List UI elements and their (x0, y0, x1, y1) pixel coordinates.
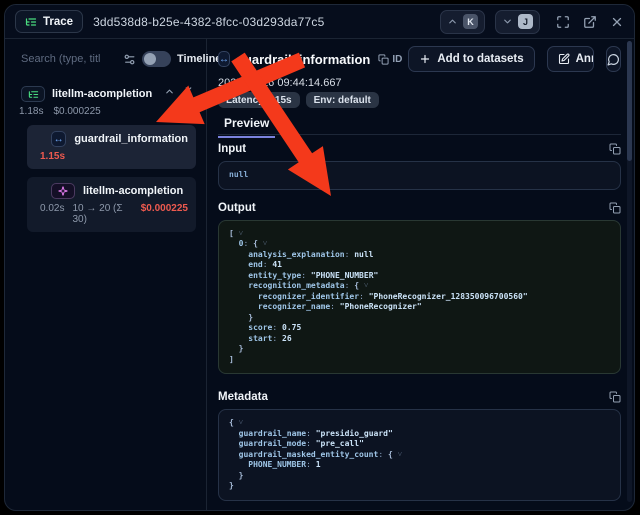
root-latency: 1.18s (19, 106, 43, 117)
span-type-icon: ↔ (51, 131, 66, 147)
timeline-toggle[interactable] (142, 51, 171, 67)
tree-item-litellm-acompletion[interactable]: litellm-acompletion 0.02s 10 → 20 (Σ 30)… (27, 177, 196, 232)
trace-type-pill (21, 86, 45, 102)
add-to-datasets-button[interactable]: Add to datasets (408, 46, 534, 72)
tree-root-stats: 1.18s $0.000225 (15, 106, 198, 117)
trace-badge-label: Trace (43, 16, 73, 28)
chevron-up-icon (164, 86, 175, 97)
topbar: Trace 3dd538d8-b25e-4382-8fcc-03d293da77… (5, 5, 634, 39)
collapse-all-icon (183, 86, 194, 97)
shortcut-key-k: K (463, 14, 478, 29)
metadata-section-header: Metadata (218, 390, 621, 404)
copy-id-button[interactable]: ID (378, 54, 402, 65)
timestamp: 2025-05-16 09:44:14.667 (218, 77, 621, 89)
latency-badge: Latency 1.15s (218, 92, 300, 108)
scrollbar-thumb[interactable] (627, 41, 632, 161)
comments-button[interactable] (606, 46, 621, 72)
env-badge: Env: default (306, 92, 379, 108)
trace-badge: Trace (15, 10, 83, 33)
span-latency: 1.15s (40, 151, 65, 162)
external-link-icon (583, 15, 597, 29)
copy-input-button[interactable] (609, 143, 621, 155)
list-tree-icon (28, 89, 39, 100)
scrollbar-track[interactable] (627, 41, 632, 502)
id-label: ID (392, 54, 402, 65)
input-section-header: Input (218, 142, 621, 156)
input-label: Input (218, 143, 246, 155)
annotate-pen-icon (558, 53, 570, 65)
detail-panel: ↔ guardrail_information ID Add to datase… (207, 39, 634, 510)
annotate-split-button: Annotate (547, 46, 594, 72)
filter-settings-button[interactable] (123, 53, 136, 66)
metadata-label: Metadata (218, 391, 268, 403)
search-row: Timeline (15, 48, 198, 70)
previous-item-button[interactable]: K (440, 10, 485, 34)
tab-bar: Preview (218, 114, 621, 135)
output-code-block: [ ˅ 0: { ˅ analysis_explanation: null en… (218, 220, 621, 375)
badge-row: Latency 1.15s Env: default (218, 92, 621, 108)
comment-bubble-icon (607, 53, 620, 66)
maximize-icon (556, 15, 570, 29)
topbar-icon-group (556, 15, 624, 29)
sparkles-icon (58, 186, 68, 196)
copy-icon (378, 54, 389, 65)
generation-latency: 0.02s (40, 203, 64, 225)
annotate-button[interactable]: Annotate (548, 47, 594, 71)
input-code-block: null (218, 161, 621, 190)
chevron-down-icon (502, 16, 513, 27)
toggle-knob (144, 53, 156, 65)
generation-label: litellm-acompletion (83, 185, 183, 197)
detail-header: ↔ guardrail_information ID Add to datase… (218, 46, 621, 72)
generation-cost: $0.000225 (141, 203, 188, 225)
search-input[interactable] (21, 53, 117, 65)
root-cost: $0.000225 (53, 106, 100, 117)
copy-icon (609, 202, 621, 214)
open-external-button[interactable] (583, 15, 597, 29)
close-button[interactable] (610, 15, 624, 29)
trace-id: 3dd538d8-b25e-4382-8fcc-03d293da77c5 (93, 15, 430, 29)
copy-metadata-button[interactable] (609, 391, 621, 403)
metadata-code-block: { ˅ guardrail_name: "presidio_guard" gua… (218, 409, 621, 501)
list-tree-icon (25, 16, 37, 28)
collapse-all-button[interactable] (183, 86, 194, 97)
page-title: guardrail_information (236, 52, 370, 67)
scroll-to-top-button[interactable] (164, 86, 175, 97)
tab-preview[interactable]: Preview (218, 116, 275, 138)
sliders-icon (123, 53, 136, 66)
tree-item-guardrail-information[interactable]: ↔ guardrail_information 1.15s (27, 125, 196, 169)
tree-actions (164, 86, 194, 97)
copy-output-button[interactable] (609, 202, 621, 214)
span-label: guardrail_information (74, 133, 188, 145)
span-type-icon: ↔ (218, 51, 230, 67)
output-label: Output (218, 202, 256, 214)
next-item-button[interactable]: J (495, 10, 540, 34)
generation-type-icon (51, 183, 75, 199)
plus-icon (419, 53, 431, 65)
chevron-up-icon (447, 16, 458, 27)
tree-root-label: litellm-acompletion (52, 88, 152, 100)
add-to-datasets-label: Add to datasets (437, 53, 523, 65)
span-tree-sidebar: Timeline litellm-acompletion 1. (5, 39, 207, 510)
output-section-header: Output (218, 201, 621, 215)
generation-tokens: 10 → 20 (Σ 30) (72, 203, 132, 225)
copy-icon (609, 391, 621, 403)
close-icon (610, 15, 624, 29)
copy-icon (609, 143, 621, 155)
shortcut-key-j: J (518, 14, 533, 29)
annotate-label: Annotate (576, 53, 594, 65)
trace-detail-window: Trace 3dd538d8-b25e-4382-8fcc-03d293da77… (4, 4, 635, 511)
tree-root-row[interactable]: litellm-acompletion (15, 86, 198, 102)
maximize-button[interactable] (556, 15, 570, 29)
